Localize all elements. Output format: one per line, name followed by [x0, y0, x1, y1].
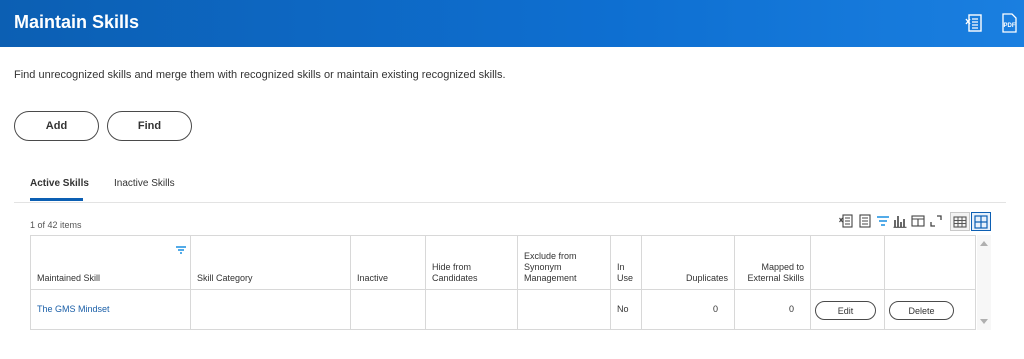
table-view-button[interactable]	[950, 212, 970, 231]
column-header-maintained-skill[interactable]: Maintained Skill	[37, 273, 100, 284]
page-header: Maintain Skills PDF	[0, 0, 1024, 47]
column-divider	[884, 236, 885, 329]
scroll-down-icon[interactable]	[980, 319, 988, 324]
filter-icon[interactable]	[876, 214, 890, 228]
header-line: Exclude from	[524, 251, 577, 261]
maintained-skill-link[interactable]: The GMS Mindset	[37, 304, 110, 314]
header-line: External Skills	[747, 273, 804, 283]
tab-divider	[14, 202, 1006, 203]
header-line: In	[617, 262, 625, 272]
column-header-hide-from-candidates[interactable]: Hide from Candidates	[432, 262, 478, 284]
mapped-external-value: 0	[788, 304, 794, 314]
header-line: Management	[524, 273, 577, 283]
column-header-mapped-external[interactable]: Mapped to External Skills	[734, 262, 804, 284]
header-line: Hide from	[432, 262, 472, 272]
related-actions-icon[interactable]	[858, 214, 872, 228]
column-header-in-use[interactable]: In Use	[617, 262, 633, 284]
find-button[interactable]: Find	[107, 111, 192, 141]
header-line: Mapped to	[761, 262, 804, 272]
page-title: Maintain Skills	[14, 12, 140, 32]
svg-text:PDF: PDF	[1004, 23, 1016, 29]
scroll-up-icon[interactable]	[980, 241, 988, 246]
header-line: Synonym	[524, 262, 562, 272]
item-count: 1 of 42 items	[30, 220, 82, 230]
tab-inactive-skills[interactable]: Inactive Skills	[114, 178, 175, 189]
column-header-inactive[interactable]: Inactive	[357, 273, 388, 284]
header-line: Use	[617, 273, 634, 283]
grid-view-button[interactable]	[971, 212, 991, 231]
page-description: Find unrecognized skills and merge them …	[14, 69, 506, 81]
chart-icon[interactable]	[893, 214, 907, 228]
header-line: Candidates	[432, 273, 478, 283]
tab-active-skills[interactable]: Active Skills	[30, 178, 89, 189]
grid-scrollbar[interactable]	[977, 235, 991, 330]
add-button[interactable]: Add	[14, 111, 99, 141]
column-divider	[810, 236, 811, 329]
export-to-pdf-icon[interactable]: PDF	[1000, 13, 1018, 33]
column-header-skill-category[interactable]: Skill Category	[197, 273, 253, 284]
column-divider	[190, 236, 191, 329]
table-view-icon	[953, 216, 967, 228]
delete-button[interactable]: Delete	[889, 301, 954, 320]
excel-export-icon[interactable]	[839, 214, 853, 228]
column-filter-icon[interactable]	[176, 241, 186, 254]
column-divider	[517, 236, 518, 329]
duplicates-value: 0	[712, 304, 718, 314]
export-to-excel-icon[interactable]	[965, 13, 983, 33]
column-header-exclude-synonym[interactable]: Exclude from Synonym Management	[524, 251, 577, 284]
header-row-divider	[31, 289, 975, 290]
edit-button[interactable]: Edit	[815, 301, 876, 320]
column-divider	[350, 236, 351, 329]
columns-icon[interactable]	[911, 214, 925, 228]
in-use-value: No	[617, 304, 629, 314]
grid-view-icon	[974, 215, 988, 229]
column-divider	[425, 236, 426, 329]
fullscreen-icon[interactable]	[929, 214, 943, 228]
column-header-duplicates[interactable]: Duplicates	[641, 273, 728, 284]
column-divider	[610, 236, 611, 329]
skills-grid: Maintained Skill Skill Category Inactive…	[30, 235, 976, 330]
active-tab-indicator	[30, 198, 83, 201]
